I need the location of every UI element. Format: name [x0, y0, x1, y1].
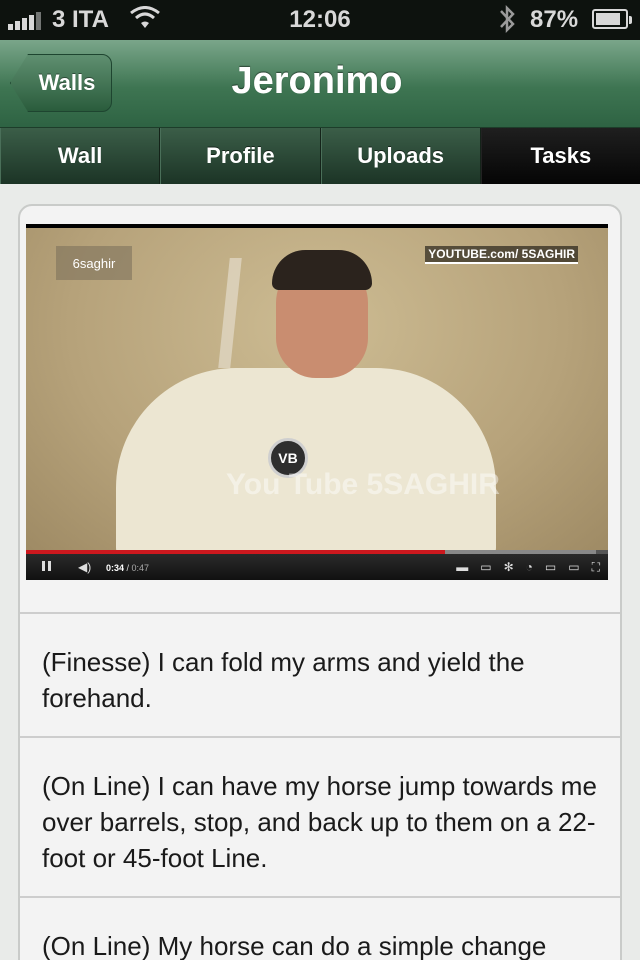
- battery-percent: 87%: [530, 6, 579, 33]
- video-player[interactable]: VB 6saghir YOUTUBE.com/ 5SAGHIR You Tube…: [26, 224, 608, 580]
- status-bar: 3 ITA 12:06 87%: [0, 0, 640, 40]
- bluetooth-icon: [497, 2, 517, 43]
- volume-icon[interactable]: ◀): [78, 560, 91, 574]
- tab-uploads[interactable]: Uploads: [320, 128, 481, 184]
- divider: [20, 896, 620, 898]
- settings-gear-icon[interactable]: ✻: [504, 560, 514, 575]
- page-title: Jeronimo: [0, 60, 640, 103]
- player-hair: [272, 250, 372, 290]
- watermark-top-right: YOUTUBE.com/ 5SAGHIR: [425, 246, 578, 264]
- content-card: VB 6saghir YOUTUBE.com/ 5SAGHIR You Tube…: [18, 204, 622, 960]
- list-item[interactable]: (Finesse) I can fold my arms and yield t…: [42, 644, 602, 716]
- divider: [20, 736, 620, 738]
- watermark-top-left: 6saghir: [56, 246, 132, 280]
- video-frame[interactable]: VB 6saghir YOUTUBE.com/ 5SAGHIR You Tube…: [26, 228, 608, 568]
- tab-tasks[interactable]: Tasks: [480, 128, 640, 184]
- list-item[interactable]: (On Line) My horse can do a simple chang…: [42, 928, 602, 960]
- tab-bar: Wall Profile Uploads Tasks: [0, 128, 640, 184]
- pause-icon[interactable]: [42, 560, 54, 574]
- battery-icon: [592, 9, 632, 29]
- battery-fill: [596, 13, 621, 25]
- list-item[interactable]: (On Line) I can have my horse jump towar…: [42, 768, 602, 876]
- large-player-icon[interactable]: ▭: [568, 560, 579, 575]
- watch-later-icon[interactable]: ◔: [526, 560, 533, 575]
- navigation-bar: Walls Jeronimo: [0, 40, 640, 128]
- small-player-icon[interactable]: ▭: [545, 560, 556, 575]
- duration: 0:47: [131, 563, 150, 573]
- tab-profile[interactable]: Profile: [160, 128, 321, 184]
- divider: [20, 612, 620, 614]
- current-time: 0:34: [106, 563, 125, 573]
- subtitles-icon[interactable]: ▭: [480, 560, 491, 575]
- video-time: 0:34 / 0:47: [106, 563, 150, 573]
- fullscreen-icon[interactable]: ⛶: [592, 560, 600, 575]
- captions-icon[interactable]: ▬: [456, 560, 468, 575]
- page-title-text: Jeronimo: [231, 60, 403, 102]
- pitch-stripe: [218, 258, 242, 368]
- video-controls: ◀) 0:34 / 0:47 ▬ ▭ ✻ ◔ ▭ ▭ ⛶: [26, 554, 608, 580]
- tab-wall[interactable]: Wall: [0, 128, 161, 184]
- video-control-icons: ▬ ▭ ✻ ◔ ▭ ▭ ⛶: [456, 560, 600, 575]
- watermark-center: You Tube 5SAGHIR: [226, 468, 500, 501]
